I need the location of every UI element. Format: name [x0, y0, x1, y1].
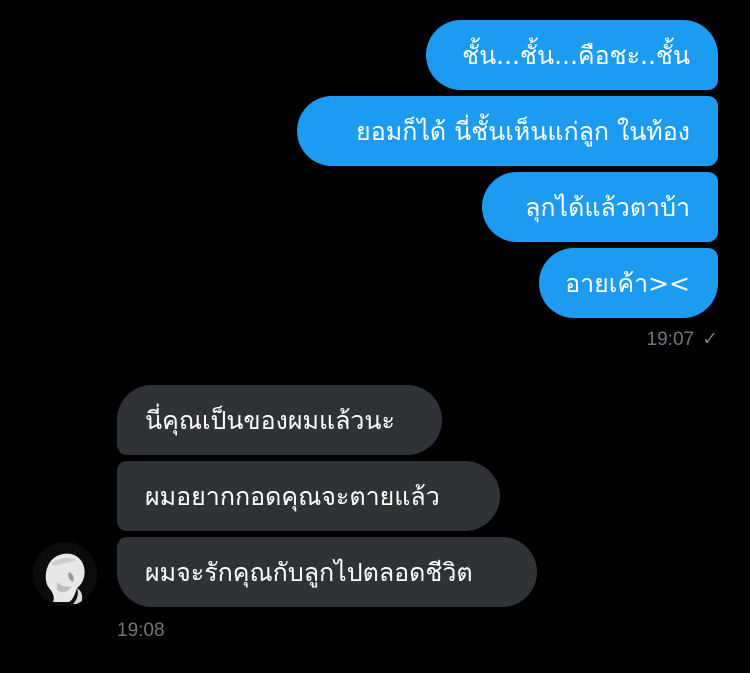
incoming-message[interactable]: ผมอยากกอดคุณจะตายแล้ว — [117, 461, 500, 531]
outgoing-message[interactable]: ชั้น...ชั้น...คือชะ..ชั้น — [426, 20, 718, 90]
outgoing-message[interactable]: อายเค้า>< — [539, 248, 718, 318]
outgoing-time: 19:07 — [646, 329, 695, 350]
avatar-image — [33, 542, 97, 606]
read-check-icon: ✓ — [702, 329, 718, 350]
outgoing-timestamp: 19:07 ✓ — [647, 328, 718, 351]
incoming-timestamp: 19:08 — [117, 620, 165, 641]
incoming-message[interactable]: นี่คุณเป็นของผมแล้วนะ — [117, 385, 442, 455]
outgoing-message[interactable]: ยอมก็ได้ นี่ชั้นเห็นแก่ลูก ในท้อง — [297, 96, 718, 166]
incoming-message[interactable]: ผมจะรักคุณกับลูกไปตลอดชีวิต — [117, 537, 537, 607]
user-avatar-bust-icon[interactable] — [33, 542, 97, 606]
chat-screen: { "outgoing": { "messages": [ "ชั้น...ชั… — [0, 0, 750, 673]
outgoing-message[interactable]: ลุกได้แล้วตาบ้า — [482, 172, 718, 242]
